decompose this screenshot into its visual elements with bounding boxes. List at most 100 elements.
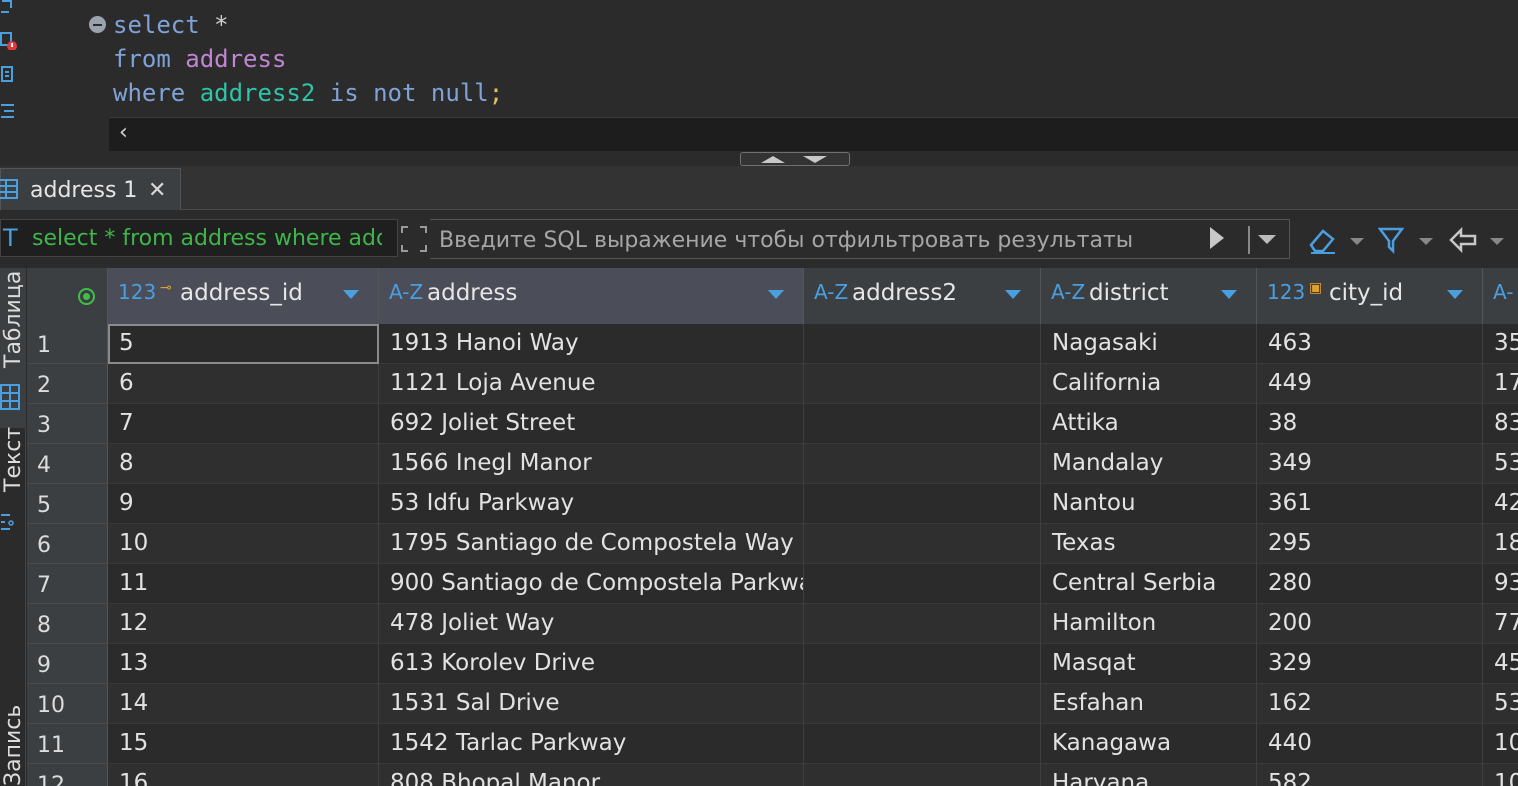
back-dropdown-icon[interactable]: [1490, 238, 1504, 245]
cell-district[interactable]: Texas: [1041, 524, 1257, 564]
column-header-address_id[interactable]: 123 ⊸ address_id: [108, 268, 379, 324]
expand-icon[interactable]: [400, 225, 428, 253]
cell-address[interactable]: 1566 Inegl Manor: [379, 444, 804, 484]
select-all-corner[interactable]: [27, 268, 108, 324]
cell-next[interactable]: 93: [1483, 564, 1518, 604]
cell-city_id[interactable]: 200: [1257, 604, 1483, 644]
cell-next[interactable]: 10: [1483, 764, 1518, 786]
sort-dropdown-icon[interactable]: [1221, 290, 1237, 299]
filter-dropdown-icon[interactable]: [1419, 238, 1433, 245]
cell-city_id[interactable]: 329: [1257, 644, 1483, 684]
cell-city_id[interactable]: 361: [1257, 484, 1483, 524]
view-tab-table[interactable]: Таблица: [0, 268, 26, 428]
format-icon[interactable]: [0, 102, 18, 120]
column-header-district[interactable]: A-Z district: [1041, 268, 1257, 324]
cell-address_id[interactable]: 9: [108, 484, 379, 524]
cell-next[interactable]: 53: [1483, 684, 1518, 724]
cell-next[interactable]: 83: [1483, 404, 1518, 444]
cell-address2[interactable]: [804, 764, 1041, 786]
row-number[interactable]: 7: [27, 564, 108, 604]
query-text-box[interactable]: T select * from address where address2 i…: [0, 219, 398, 257]
fold-collapse-icon[interactable]: [89, 16, 106, 33]
table-row[interactable]: 1 5 1913 Hanoi Way Nagasaki 463 35: [27, 324, 1518, 364]
row-number[interactable]: 12: [27, 764, 108, 786]
table-row[interactable]: 10 14 1531 Sal Drive Esfahan 162 53: [27, 684, 1518, 724]
filter-expression-input[interactable]: Введите SQL выражение чтобы отфильтроват…: [430, 219, 1290, 259]
cell-district[interactable]: Kanagawa: [1041, 724, 1257, 764]
cell-next[interactable]: 42: [1483, 484, 1518, 524]
cell-address[interactable]: 613 Korolev Drive: [379, 644, 804, 684]
cell-address2[interactable]: [804, 604, 1041, 644]
cell-city_id[interactable]: 440: [1257, 724, 1483, 764]
view-tab-record[interactable]: Запись: [0, 705, 26, 786]
row-number[interactable]: 2: [27, 364, 108, 404]
row-number[interactable]: 4: [27, 444, 108, 484]
cell-next[interactable]: 45: [1483, 644, 1518, 684]
cell-address_id[interactable]: 12: [108, 604, 379, 644]
cell-address[interactable]: 1795 Santiago de Compostela Way: [379, 524, 804, 564]
cell-address2[interactable]: [804, 444, 1041, 484]
cell-address[interactable]: 1542 Tarlac Parkway: [379, 724, 804, 764]
table-row[interactable]: 12 16 808 Bhopal Manor Haryana 582 10: [27, 764, 1518, 786]
cell-district[interactable]: Nagasaki: [1041, 324, 1257, 364]
editor-results-splitter[interactable]: [0, 152, 1518, 166]
cell-address[interactable]: 1913 Hanoi Way: [379, 324, 804, 364]
cell-address2[interactable]: [804, 484, 1041, 524]
cell-address_id[interactable]: 16: [108, 764, 379, 786]
apply-filter-icon[interactable]: [1210, 227, 1224, 249]
cell-district[interactable]: Mandalay: [1041, 444, 1257, 484]
cell-address2[interactable]: [804, 364, 1041, 404]
cell-district[interactable]: California: [1041, 364, 1257, 404]
scroll-left-arrow-icon[interactable]: ‹: [119, 120, 128, 145]
cell-city_id[interactable]: 162: [1257, 684, 1483, 724]
cell-address[interactable]: 478 Joliet Way: [379, 604, 804, 644]
sort-dropdown-icon[interactable]: [343, 290, 359, 299]
splitter-handle[interactable]: [740, 152, 850, 166]
column-header-city_id[interactable]: 123 ▣ city_id: [1257, 268, 1483, 324]
execute-icon[interactable]: [0, 0, 18, 18]
cell-address_id[interactable]: 6: [108, 364, 379, 404]
back-arrow-icon[interactable]: [1449, 227, 1477, 255]
editor-horizontal-scrollbar[interactable]: ‹: [109, 117, 1518, 151]
cell-address[interactable]: 808 Bhopal Manor: [379, 764, 804, 786]
eraser-dropdown-icon[interactable]: [1350, 238, 1364, 245]
explain-plan-icon[interactable]: [0, 66, 18, 84]
cell-city_id[interactable]: 463: [1257, 324, 1483, 364]
cell-district[interactable]: Central Serbia: [1041, 564, 1257, 604]
row-number[interactable]: 10: [27, 684, 108, 724]
table-row[interactable]: 7 11 900 Santiago de Compostela Parkway Cen…: [27, 564, 1518, 604]
table-row[interactable]: 4 8 1566 Inegl Manor Mandalay 349 53: [27, 444, 1518, 484]
cell-next[interactable]: 77: [1483, 604, 1518, 644]
table-row[interactable]: 3 7 692 Joliet Street Attika 38 83: [27, 404, 1518, 444]
cell-city_id[interactable]: 280: [1257, 564, 1483, 604]
cell-address_id[interactable]: 11: [108, 564, 379, 604]
maximize-editor-icon[interactable]: [761, 156, 785, 163]
sql-editor[interactable]: select * from address where address2 is …: [0, 0, 1518, 152]
cell-city_id[interactable]: 295: [1257, 524, 1483, 564]
row-number[interactable]: 8: [27, 604, 108, 644]
sort-dropdown-icon[interactable]: [768, 290, 784, 299]
results-grid[interactable]: 123 ⊸ address_id A-Z address A-Z address2 A-Z di…: [27, 268, 1518, 786]
row-number[interactable]: 6: [27, 524, 108, 564]
cell-address2[interactable]: [804, 684, 1041, 724]
row-number[interactable]: 1: [27, 324, 108, 364]
sort-dropdown-icon[interactable]: [1447, 290, 1463, 299]
cell-next[interactable]: 17: [1483, 364, 1518, 404]
cell-address_id[interactable]: 15: [108, 724, 379, 764]
cell-address_id[interactable]: 14: [108, 684, 379, 724]
cell-address2[interactable]: [804, 524, 1041, 564]
row-number[interactable]: 3: [27, 404, 108, 444]
cell-city_id[interactable]: 349: [1257, 444, 1483, 484]
cell-address_id[interactable]: 5: [108, 324, 379, 364]
cell-address[interactable]: 692 Joliet Street: [379, 404, 804, 444]
sort-dropdown-icon[interactable]: [1005, 290, 1021, 299]
cell-address[interactable]: 53 Idfu Parkway: [379, 484, 804, 524]
table-row[interactable]: 11 15 1542 Tarlac Parkway Kanagawa 440 10: [27, 724, 1518, 764]
cell-district[interactable]: Hamilton: [1041, 604, 1257, 644]
maximize-results-icon[interactable]: [803, 156, 827, 163]
cell-city_id[interactable]: 582: [1257, 764, 1483, 786]
cell-district[interactable]: Attika: [1041, 404, 1257, 444]
table-row[interactable]: 9 13 613 Korolev Drive Masqat 329 45: [27, 644, 1518, 684]
result-tab-address-1[interactable]: address 1 ✕: [0, 168, 181, 210]
filter-icon[interactable]: [1378, 227, 1404, 255]
